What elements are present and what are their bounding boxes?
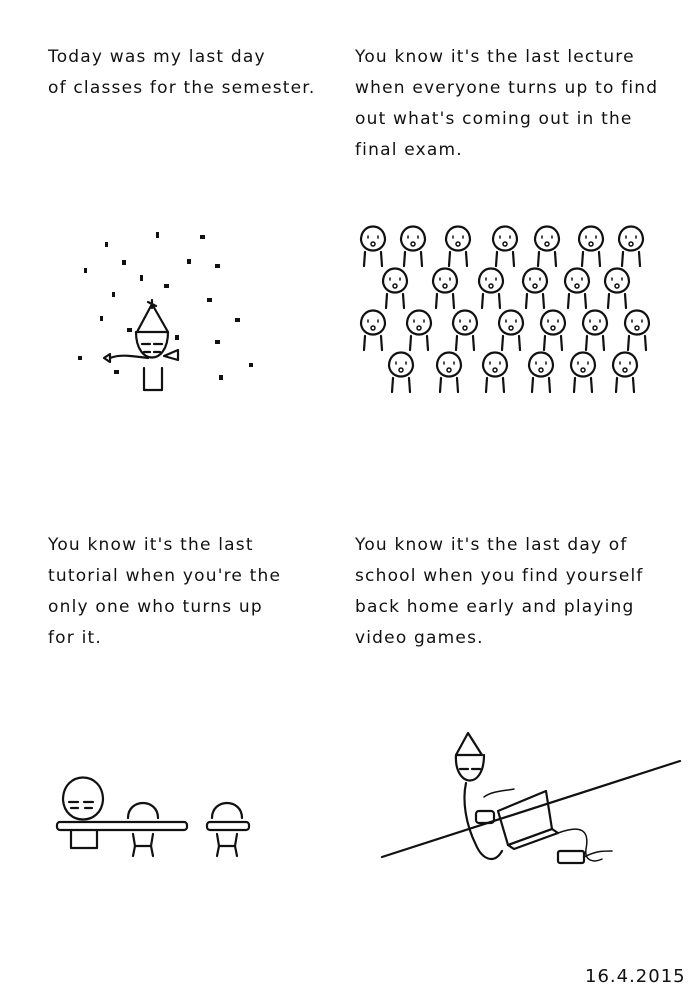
- gaming-drawing: [380, 731, 682, 865]
- student-face-icon: [623, 309, 651, 352]
- charger-cable-icon: [556, 828, 613, 865]
- student-face-icon: [444, 225, 472, 268]
- celebration-drawing: [78, 232, 253, 392]
- student-face-icon: [381, 267, 409, 310]
- student-face-icon: [387, 351, 415, 394]
- student-face-icon: [454, 753, 504, 861]
- panel-1-illustration: [60, 220, 290, 410]
- student-face-icon: [134, 330, 170, 392]
- student-face-icon: [359, 225, 387, 268]
- student-face-icon: [431, 267, 459, 310]
- desk-icon: [55, 820, 251, 832]
- party-hat-icon: [135, 298, 170, 334]
- tutorial-drawing: [55, 776, 251, 858]
- student-face-icon: [603, 267, 631, 310]
- student-face-icon: [359, 309, 387, 352]
- student-face-icon: [481, 351, 509, 394]
- student-face-icon: [497, 309, 525, 352]
- student-face-icon: [61, 776, 105, 850]
- student-face-icon: [577, 225, 605, 268]
- student-face-icon: [435, 351, 463, 394]
- party-hat-icon: [454, 731, 484, 757]
- comic-date: 16.4.2015: [585, 966, 686, 987]
- panel-4-caption: You know it's the last day of school whe…: [355, 535, 644, 648]
- panel-4-illustration: [380, 725, 682, 900]
- laptop-icon: [496, 789, 560, 851]
- student-face-icon: [451, 309, 479, 352]
- student-face-icon: [611, 351, 639, 394]
- panel-3-caption: You know it's the last tutorial when you…: [48, 535, 282, 648]
- student-face-icon: [399, 225, 427, 268]
- panel-2-caption: You know it's the last lecture when ever…: [355, 47, 659, 160]
- student-face-icon: [405, 309, 433, 352]
- student-face-icon: [491, 225, 519, 268]
- student-face-icon: [527, 351, 555, 394]
- student-face-icon: [477, 267, 505, 310]
- panel-1-caption: Today was my last day of classes for the…: [48, 47, 316, 98]
- panel-3-illustration: [55, 760, 275, 870]
- crowd-drawing: [359, 225, 651, 394]
- panel-2-illustration: [355, 210, 665, 400]
- student-face-icon: [521, 267, 549, 310]
- student-face-icon: [539, 309, 567, 352]
- student-face-icon: [533, 225, 561, 268]
- student-face-icon: [569, 351, 597, 394]
- student-face-icon: [581, 309, 609, 352]
- student-face-icon: [563, 267, 591, 310]
- student-face-icon: [617, 225, 645, 268]
